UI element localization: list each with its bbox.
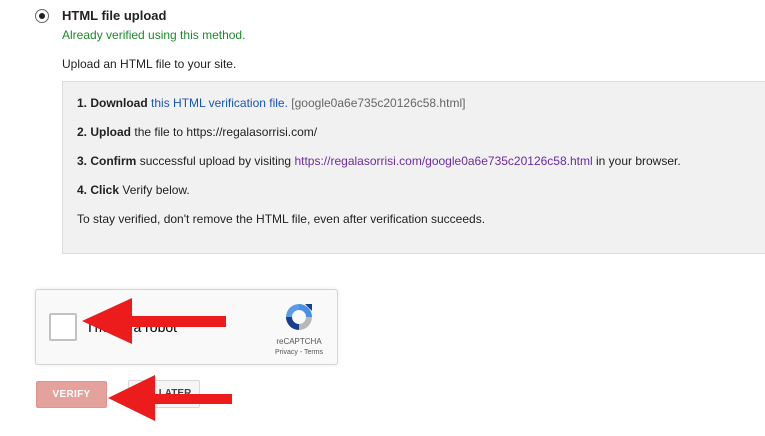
step-click: 4. Click Verify below. [77,183,190,197]
verified-status: Already verified using this method. [62,28,246,42]
stay-verified-note: To stay verified, don't remove the HTML … [77,212,486,226]
recaptcha-logo-icon [286,304,312,330]
step-upload-text: the file to https://regalasorrisi.com/ [134,125,318,139]
step-confirm-text-after: in your browser. [595,154,681,168]
step-click-text: Verify below. [122,183,190,197]
html-upload-radio[interactable] [35,9,49,23]
instructions-intro: Upload an HTML file to your site. [62,57,237,71]
verification-url-link[interactable]: https://regalasorrisi.com/google0a6e735c… [294,154,592,168]
step-confirm-label: 3. Confirm [77,154,137,168]
step-download: 1. Download this HTML verification file.… [77,96,465,110]
step-download-label: 1. Download [77,96,148,110]
steps-panel: 1. Download this HTML verification file.… [62,81,765,254]
step-upload-label: 2. Upload [77,125,132,139]
step-confirm-text: successful upload by visiting [139,154,292,168]
verification-filename: [google0a6e735c20126c58.html] [291,96,466,110]
step-confirm: 3. Confirm successful upload by visiting… [77,154,681,168]
recaptcha-privacy-terms-link[interactable]: Privacy - Terms [264,349,334,356]
red-arrow-icon [82,298,226,344]
verify-button[interactable]: VERIFY [36,381,107,408]
recaptcha-checkbox[interactable] [49,313,77,341]
recaptcha-brand: reCAPTCHA [276,337,322,346]
method-title: HTML file upload [62,8,167,23]
step-upload: 2. Upload the file to https://regalasorr… [77,125,317,139]
download-verification-file-link[interactable]: this HTML verification file. [151,96,288,110]
step-click-label: 4. Click [77,183,120,197]
red-arrow-icon [108,375,232,421]
